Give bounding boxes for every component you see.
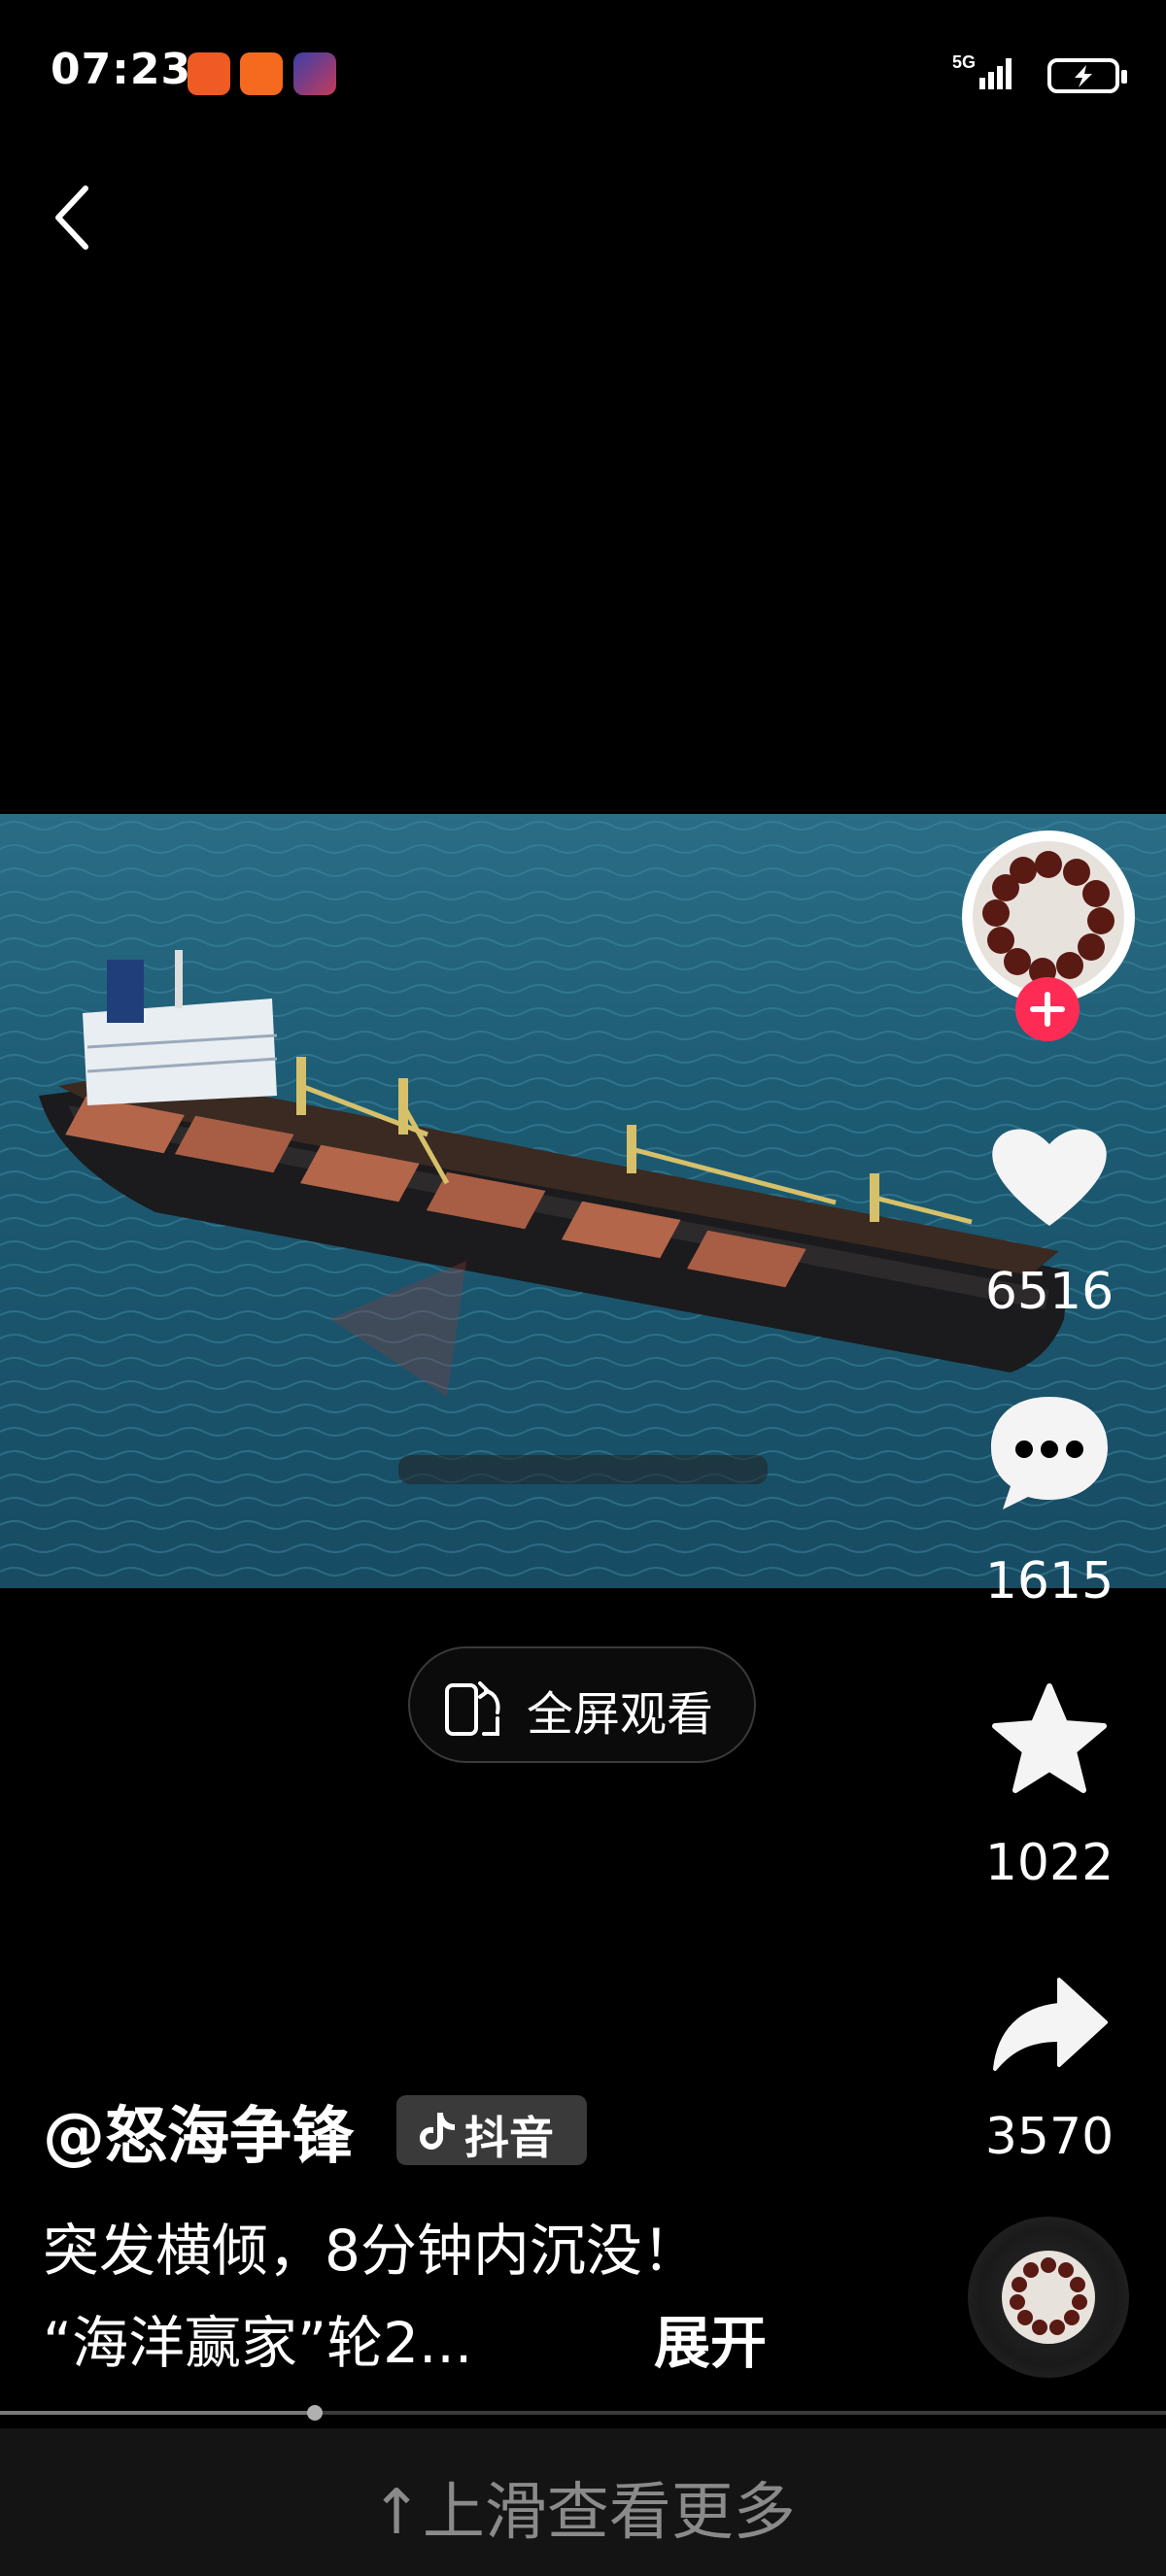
game-app-icon [293,52,336,95]
swipe-up-hint[interactable]: ↑上滑查看更多 [0,2462,1166,2552]
favorite-button[interactable] [981,1680,1117,1807]
platform-badge-label: 抖音 [464,2112,554,2164]
status-time: 07:23 [51,45,192,94]
battery-icon [1047,58,1127,93]
like-button[interactable] [981,1117,1117,1243]
comment-count: 1615 [984,1552,1115,1610]
comment-bubble-icon [991,1397,1108,1509]
like-count: 6516 [984,1263,1115,1321]
plus-icon [1030,992,1065,1027]
kuaishou-speed-app-icon [240,52,283,95]
rotate-screen-icon [445,1681,500,1736]
video-description-line2: “海洋赢家”轮2... [43,2310,473,2376]
tiktok-icon [420,2113,455,2150]
signal-icon: 5G [952,51,1020,97]
favorite-count: 1022 [984,1834,1115,1892]
kuaishou-app-icon [188,52,230,95]
progress-handle[interactable] [307,2405,323,2421]
star-icon [992,1683,1107,1793]
progress-fill [0,2411,315,2415]
share-count: 3570 [984,2108,1115,2166]
network-type-label: 5G [952,52,976,72]
fullscreen-label: 全屏观看 [527,1687,714,1742]
share-button[interactable] [981,1972,1117,2098]
fullscreen-button[interactable]: 全屏观看 [408,1646,756,1763]
heart-icon [992,1129,1107,1226]
video-description-line1: 突发横倾，8分钟内沉没！ [43,2218,699,2284]
expand-description-button[interactable]: 展开 [654,2297,767,2379]
music-disc-button[interactable] [968,2217,1129,2378]
music-disc-icon [1002,2251,1095,2344]
platform-badge: 抖音 [396,2095,587,2165]
share-arrow-icon [993,1978,1108,2071]
comment-button[interactable] [981,1389,1117,1515]
author-name[interactable]: @怒海争锋 [43,2086,354,2176]
chevron-left-icon [55,186,88,250]
back-button[interactable] [47,179,105,256]
follow-button[interactable] [1015,977,1080,1041]
bead-bracelet-image [973,841,1124,993]
